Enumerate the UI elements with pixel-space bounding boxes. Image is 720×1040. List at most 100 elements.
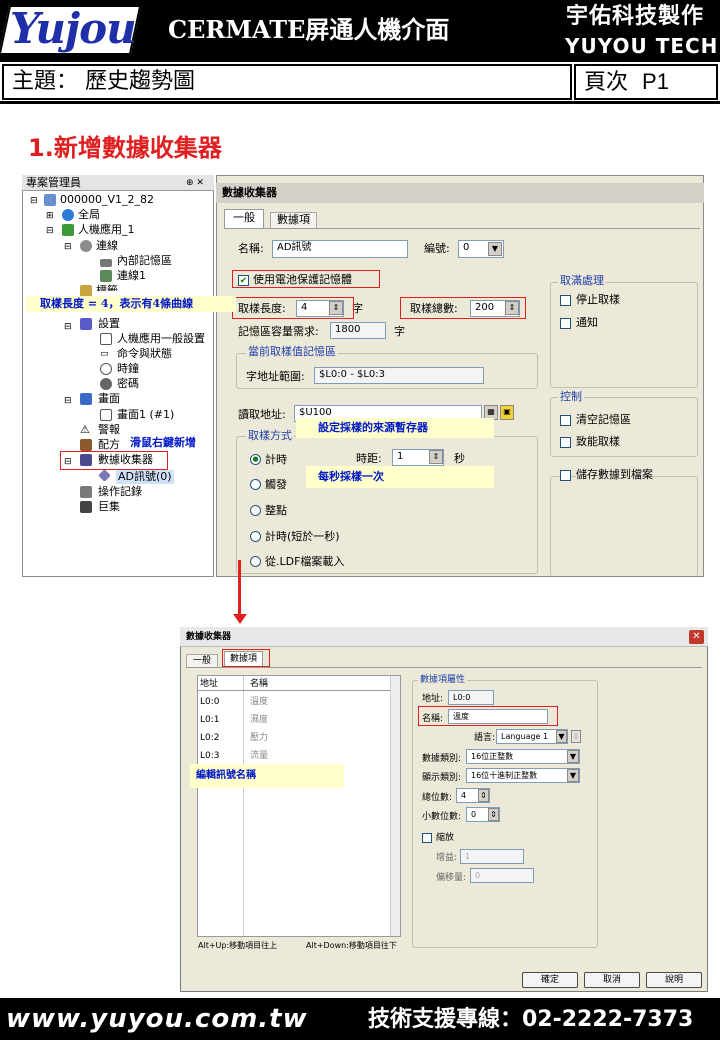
table-row-address[interactable]: L0:0 [200,696,220,708]
radio-timer[interactable]: ● [250,454,261,465]
table-row-name[interactable]: 流量 [250,750,268,762]
read-address-label: 讀取地址: [238,408,286,421]
radio-timer-short[interactable] [250,531,261,542]
tree-item-screens[interactable]: 畫面 [98,392,120,406]
clock-icon [100,363,112,375]
tab-data-items[interactable]: 數據項 [270,212,317,229]
tree-expander[interactable]: ⊟ [64,394,72,408]
spinner-icon[interactable]: ⇕ [488,808,499,821]
highlight-data-items-tab [222,649,270,667]
tab-divider [224,228,700,229]
settings-icon [80,318,92,330]
data-type-select[interactable]: 16位正整數 [466,749,580,764]
number-label: 編號: [424,242,450,255]
tree-item-macro[interactable]: 巨集 [98,500,120,514]
offset-label: 偏移量: [436,873,467,883]
data-type-label: 數據類別: [422,754,462,764]
tree-expander[interactable]: ⊞ [46,209,54,223]
offset-input[interactable]: 0 [470,868,534,883]
highlight-sample-total [400,297,526,319]
address-picker-icon[interactable]: ▣ [500,405,514,420]
table-row-address[interactable]: L0:3 [200,750,220,762]
tree-item-operation-log[interactable]: 操作記錄 [98,485,142,499]
method-timer-short-label: 計時(短於一秒) [265,530,340,543]
tree-pin-close[interactable]: ⊕ ✕ [186,176,204,190]
tab-general[interactable]: 一般 [224,209,264,229]
footer-url[interactable]: www.yuyou.com.tw [6,1003,308,1035]
save-file-label: 儲存數據到檔案 [576,468,653,482]
gain-label: 增益: [436,853,458,863]
tree-expander[interactable]: ⊟ [30,194,38,208]
enable-sampling-checkbox[interactable] [560,437,571,448]
save-file-checkbox[interactable] [560,470,571,481]
scrollbar[interactable] [390,676,400,936]
tree-item-hmi[interactable]: 人機應用_1 [78,223,135,237]
spinner-icon[interactable]: ⇕ [478,789,489,802]
radio-on-hour[interactable] [250,505,261,516]
spinner-icon[interactable]: ⇕ [429,450,443,464]
gain-input[interactable]: 1 [460,849,524,864]
screen-icon [80,393,92,405]
tree-item-internal-memory[interactable]: 內部記憶區 [117,254,172,268]
table-row-address[interactable]: L0:1 [200,714,220,726]
chevron-down-icon[interactable]: ▼ [556,730,567,743]
tree-item-link1[interactable]: 連線1 [117,269,146,283]
name-input[interactable]: AD訊號 [272,240,408,258]
notify-checkbox[interactable] [560,318,571,329]
dialog-title: 數據收集器 [186,632,232,642]
clear-memory-label: 清空記憶區 [576,413,631,426]
help-button[interactable]: 說明 [646,972,702,988]
close-icon[interactable]: ✕ [689,630,704,644]
tree-expander[interactable]: ⊟ [46,224,54,238]
subject-label: 主題： [12,69,79,94]
hmi-icon [62,224,74,236]
cancel-button[interactable]: 取消 [584,972,640,988]
scale-checkbox[interactable] [422,833,432,843]
command-icon: ▭ [100,349,109,359]
display-type-select[interactable]: 16位十進制正整數 [466,768,580,783]
ok-button[interactable]: 確定 [522,972,578,988]
tree-item-general-settings[interactable]: 人機應用一般設置 [117,332,205,346]
page-label: 頁次 [584,70,629,95]
column-header-name: 名稱 [250,679,269,689]
tree-item-recipe[interactable]: 配方 [98,438,120,452]
tree-expander[interactable]: ⊟ [64,240,72,254]
divider [0,101,720,104]
memory-value: 1800 [330,322,386,339]
radio-trigger[interactable] [250,479,261,490]
header-divider [198,690,390,691]
page-number: 頁次 P1 [584,67,669,98]
annotation-sample-length: 取樣長度 = 4，表示有4條曲線 [40,297,194,310]
display-type-label: 顯示類別: [422,773,462,783]
tree-item-command[interactable]: 命令與狀態 [117,347,172,361]
tree-item-settings[interactable]: 設置 [98,317,120,331]
hint-move-down: Alt+Down:移動項目往下 [306,941,397,950]
tree-expander[interactable]: ⊟ [64,320,72,334]
dialog-tab-general[interactable]: 一般 [186,654,219,667]
tree-item-ad-signal[interactable]: AD訊號(0) [116,470,174,484]
company-name-en: YUYOU TECH [565,34,719,58]
tree-item-project[interactable]: 000000_V1_2_82 [60,193,154,207]
radio-ldf-load[interactable] [250,556,261,567]
full-handling-group [550,282,698,388]
tree-item-clock[interactable]: 時鐘 [117,362,139,376]
table-row-name[interactable]: 壓力 [250,732,268,744]
chevron-down-icon[interactable]: ▼ [567,769,579,782]
clear-memory-checkbox[interactable] [560,415,571,426]
tree-item-alarm[interactable]: 警報 [98,423,120,437]
tree-item-link[interactable]: 連線 [96,239,118,253]
tree-item-screen1[interactable]: 畫面1 (#1) [117,408,174,422]
stop-sampling-checkbox[interactable] [560,295,571,306]
table-row-address[interactable]: L0:2 [200,732,220,744]
tree-item-password[interactable]: 密碼 [117,377,139,391]
highlight-sample-length [232,297,354,319]
table-row-name[interactable]: 溫度 [250,696,268,708]
chevron-down-icon[interactable]: ▼ [488,242,502,256]
table-row-name[interactable]: 濕度 [250,714,268,726]
tree-item-partial[interactable]: 標籤 [96,284,118,291]
tree-item-global[interactable]: 全局 [78,208,100,222]
chevron-down-icon[interactable]: ▼ [567,750,579,763]
footer-hotline: 技術支援專線：02-2222-7373 [368,1007,694,1032]
column-divider [243,676,244,936]
notify-label: 通知 [576,316,598,329]
